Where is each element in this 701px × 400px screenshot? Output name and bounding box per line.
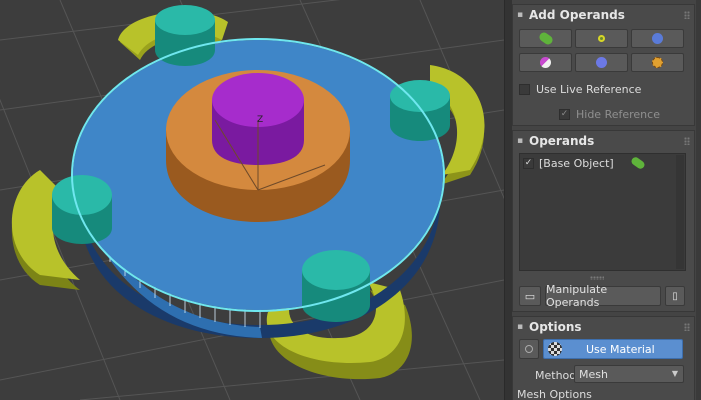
operand-label: [Base Object] — [539, 156, 614, 170]
subtract-blue-icon — [652, 33, 663, 44]
collapse-icon: ▪ — [517, 10, 524, 20]
material-checker-icon — [548, 342, 562, 356]
use-live-reference-checkbox[interactable] — [519, 84, 530, 95]
hide-reference-label: Hide Reference — [576, 108, 660, 121]
panel-splitter[interactable] — [504, 0, 512, 400]
hide-reference-row[interactable]: ✓ Hide Reference — [559, 108, 660, 121]
operands-list[interactable]: ✓ [Base Object] — [519, 153, 686, 271]
merge-magenta-icon — [540, 57, 551, 68]
collapse-icon: ▪ — [517, 322, 524, 332]
rollout-header-operands[interactable]: ▪ Operands — [513, 131, 694, 151]
rollout-title: Operands — [529, 134, 595, 148]
method-label: Method — [535, 369, 577, 382]
rollout-title: Add Operands — [529, 8, 625, 22]
rollout-options: ▪ Options Use Material Method Mesh ▼ Mes… — [512, 316, 695, 400]
grip-icon[interactable] — [684, 11, 690, 19]
manipulate-operands-button[interactable]: Manipulate Operands — [545, 283, 661, 309]
teal-cylinder-left[interactable] — [52, 175, 112, 244]
union-green-icon — [537, 30, 554, 47]
operand-visible-checkbox[interactable]: ✓ — [523, 157, 534, 169]
chevron-down-icon: ▼ — [671, 369, 678, 378]
collapse-icon: ▪ — [517, 136, 524, 146]
use-live-reference-label: Use Live Reference — [536, 83, 642, 96]
mesh-options-label: Mesh Options — [517, 388, 592, 400]
list-item[interactable]: ✓ [Base Object] — [520, 154, 685, 172]
rollout-title: Options — [529, 320, 582, 334]
open-folder-button[interactable]: ▭ — [519, 286, 541, 306]
grip-icon[interactable] — [684, 137, 690, 145]
teal-cylinder-right[interactable] — [390, 80, 450, 141]
add-operand-subtract-button[interactable] — [631, 29, 684, 48]
pick-material-button[interactable] — [519, 339, 539, 359]
delete-operand-button[interactable]: ▯ — [665, 286, 685, 306]
add-operand-intersect-button[interactable] — [575, 29, 628, 48]
panel-scrollbar[interactable] — [696, 0, 701, 400]
rollout-header-add-operands[interactable]: ▪ Add Operands — [513, 5, 694, 25]
command-panel: ▪ Add Operands Use Live Reference ✓ Hide… — [512, 0, 701, 400]
add-operand-insert-button[interactable] — [631, 53, 684, 72]
use-live-reference-row[interactable]: Use Live Reference — [519, 83, 641, 96]
folder-icon: ▭ — [524, 289, 536, 303]
target-icon — [525, 345, 533, 353]
attach-blue-icon — [596, 57, 607, 68]
trash-icon: ▯ — [672, 290, 678, 302]
add-operand-union-button[interactable] — [519, 29, 572, 48]
add-operand-merge-button[interactable] — [519, 53, 572, 72]
add-operand-attach-button[interactable] — [575, 53, 628, 72]
gizmo-axis-label: Z — [257, 115, 263, 125]
rollout-add-operands: ▪ Add Operands Use Live Reference ✓ Hide… — [512, 4, 695, 126]
union-green-icon — [629, 155, 646, 171]
viewport[interactable]: Z — [0, 0, 504, 400]
list-resize-grip[interactable] — [590, 276, 604, 280]
use-material-label: Use Material — [586, 342, 655, 356]
list-scrollbar[interactable] — [676, 155, 684, 269]
scene-canvas[interactable]: Z — [0, 0, 504, 400]
method-value: Mesh — [579, 367, 608, 381]
grip-icon[interactable] — [684, 323, 690, 331]
teal-cylinder-bottom[interactable] — [302, 250, 370, 322]
rollout-operands: ▪ Operands ✓ [Base Object] ▭ Manipulate … — [512, 130, 695, 312]
method-dropdown[interactable]: Mesh ▼ — [574, 365, 684, 383]
insert-orange-icon — [652, 57, 663, 68]
hide-reference-checkbox[interactable]: ✓ — [559, 109, 570, 120]
intersect-yellow-icon — [598, 35, 605, 42]
rollout-header-options[interactable]: ▪ Options — [513, 317, 694, 337]
use-material-button[interactable]: Use Material — [543, 339, 683, 359]
